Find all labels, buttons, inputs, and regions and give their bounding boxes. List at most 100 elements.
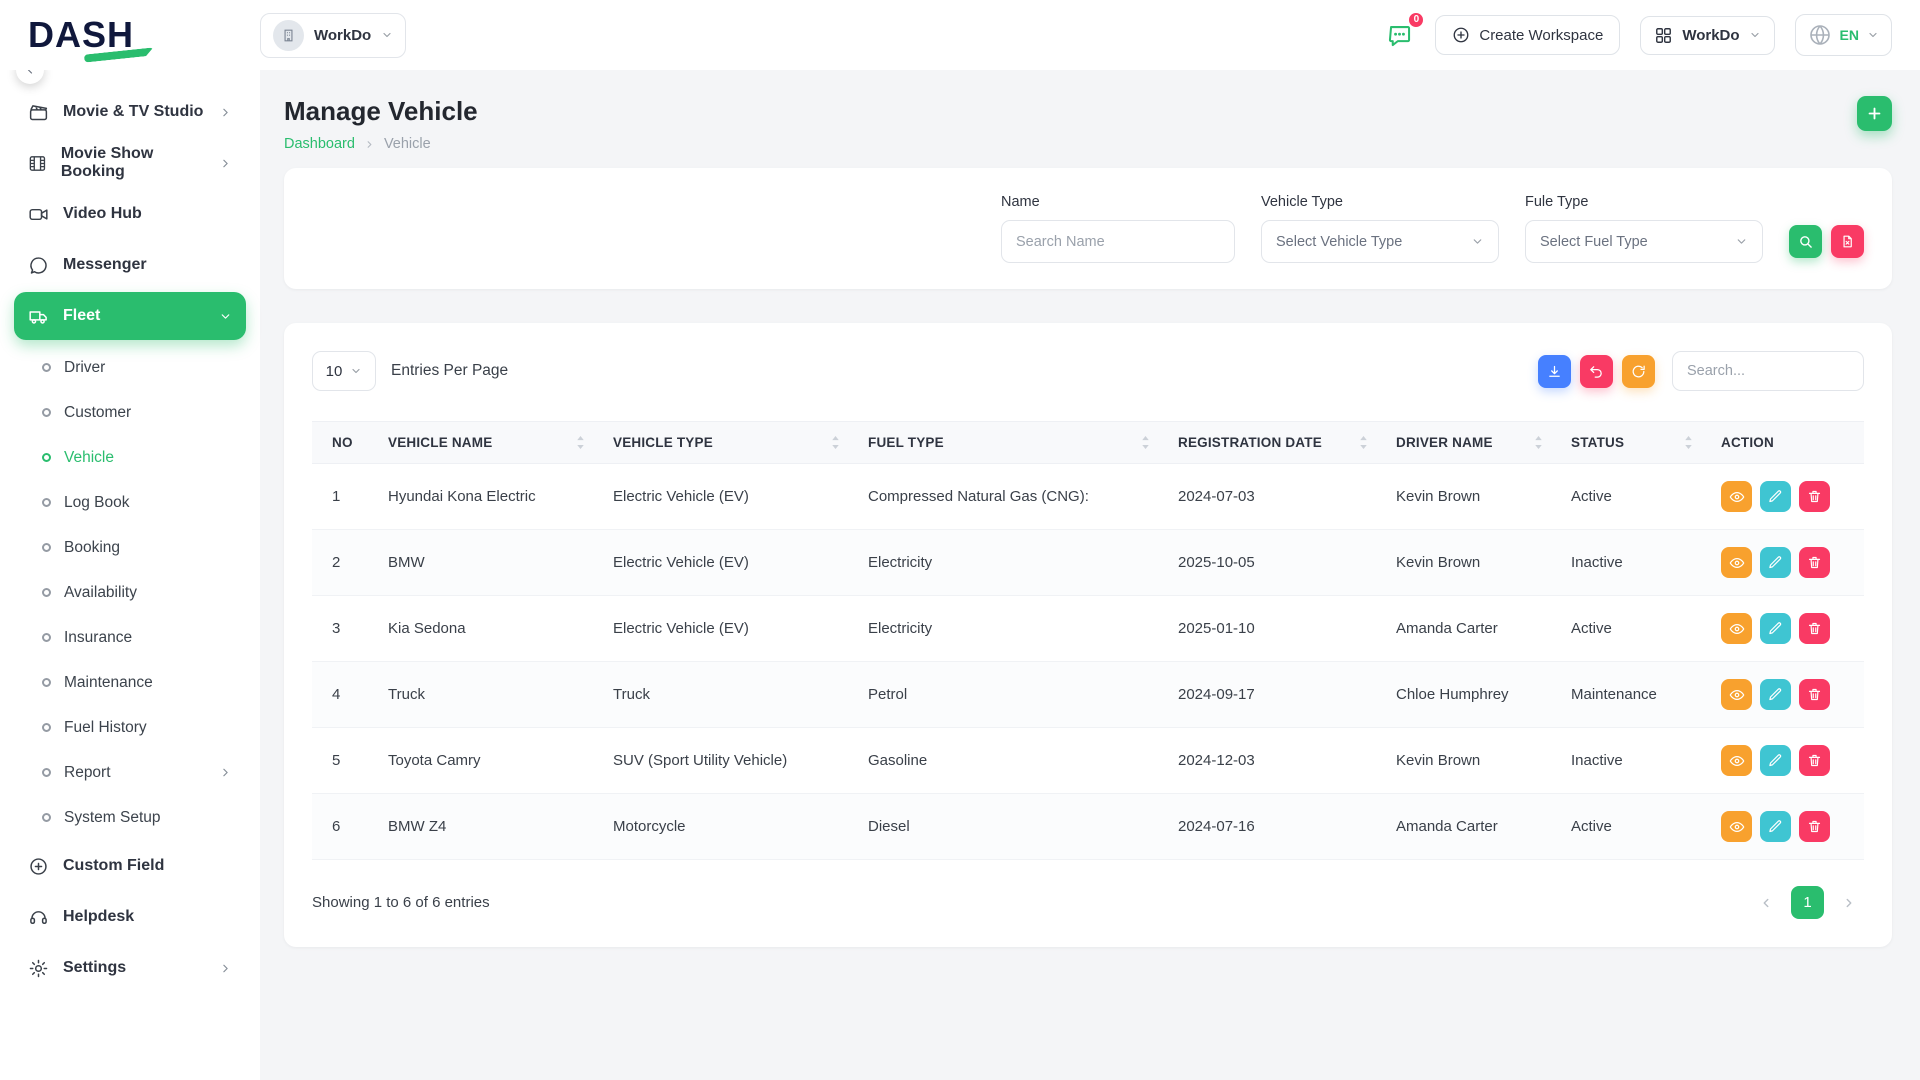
sidebar-item-custom-field[interactable]: Custom Field: [14, 842, 246, 890]
view-button[interactable]: [1721, 547, 1752, 578]
view-button[interactable]: [1721, 613, 1752, 644]
sidebar-item-messenger[interactable]: Messenger: [14, 241, 246, 289]
column-header-action: ACTION: [1707, 422, 1864, 464]
edit-button[interactable]: [1760, 481, 1791, 512]
workspace-selector[interactable]: WorkDo: [260, 13, 406, 58]
sidebar-subitem-label: Maintenance: [64, 674, 153, 692]
vehicle-type-select-value: Select Vehicle Type: [1276, 234, 1402, 250]
sidebar-item-helpdesk[interactable]: Helpdesk: [14, 893, 246, 941]
edit-button[interactable]: [1760, 679, 1791, 710]
view-button[interactable]: [1721, 679, 1752, 710]
filter-search-button[interactable]: [1789, 225, 1822, 258]
sidebar-item-availability[interactable]: Availability: [24, 570, 246, 615]
previous-page-button[interactable]: [1751, 888, 1781, 918]
edit-button[interactable]: [1760, 745, 1791, 776]
cell-vehicle-name: Kia Sedona: [374, 596, 599, 662]
cell-vehicle-type: Electric Vehicle (EV): [599, 464, 854, 530]
next-page-button[interactable]: [1834, 888, 1864, 918]
column-header-vehicle-name[interactable]: VEHICLE NAME: [374, 422, 599, 464]
chevron-down-icon: [1749, 29, 1761, 41]
column-header-registration-date[interactable]: REGISTRATION DATE: [1164, 422, 1382, 464]
table-row: 4 Truck Truck Petrol 2024-09-17 Chloe Hu…: [312, 662, 1864, 728]
language-selector[interactable]: EN: [1795, 14, 1892, 56]
chevron-down-icon: [1471, 235, 1484, 248]
sidebar-subitem-label: Report: [64, 764, 111, 782]
sidebar-item-fleet[interactable]: Fleet: [14, 292, 246, 340]
sidebar-item-maintenance[interactable]: Maintenance: [24, 660, 246, 705]
trash-icon: [1807, 489, 1822, 504]
cell-registration-date: 2024-07-03: [1164, 464, 1382, 530]
fuel-type-select[interactable]: Select Fuel Type: [1525, 220, 1763, 263]
delete-button[interactable]: [1799, 481, 1830, 512]
page-number-button[interactable]: 1: [1791, 886, 1824, 919]
cell-vehicle-name: Hyundai Kona Electric: [374, 464, 599, 530]
delete-button[interactable]: [1799, 811, 1830, 842]
filter-reset-button[interactable]: [1831, 225, 1864, 258]
refresh-button[interactable]: [1622, 355, 1655, 388]
export-button[interactable]: [1538, 355, 1571, 388]
entries-per-page-select[interactable]: 10: [312, 351, 376, 391]
sort-icon: [831, 436, 840, 449]
cell-driver-name: Kevin Brown: [1382, 728, 1557, 794]
messages-button[interactable]: 0: [1384, 20, 1415, 51]
app-switcher-menu[interactable]: WorkDo: [1640, 16, 1774, 55]
breadcrumb-dashboard-link[interactable]: Dashboard: [284, 136, 355, 152]
sidebar-item-movie-show-booking[interactable]: Movie Show Booking: [14, 139, 246, 187]
sidebar-item-video-hub[interactable]: Video Hub: [14, 190, 246, 238]
cell-fuel-type: Compressed Natural Gas (CNG):: [854, 464, 1164, 530]
sidebar-item-booking[interactable]: Booking: [24, 525, 246, 570]
grid-icon: [1654, 26, 1673, 45]
edit-button[interactable]: [1760, 811, 1791, 842]
view-button[interactable]: [1721, 811, 1752, 842]
sidebar-item-report[interactable]: Report: [24, 750, 246, 795]
film-icon: [28, 153, 47, 174]
view-button[interactable]: [1721, 745, 1752, 776]
cell-status: Inactive: [1557, 530, 1707, 596]
create-workspace-button[interactable]: Create Workspace: [1435, 15, 1620, 55]
column-header-status[interactable]: STATUS: [1557, 422, 1707, 464]
sort-icon: [1534, 436, 1543, 449]
trash-icon: [1807, 555, 1822, 570]
sidebar-item-movie-tv-studio[interactable]: Movie & TV Studio: [14, 88, 246, 136]
chevron-right-icon: [1842, 896, 1856, 910]
workspace-avatar: [273, 20, 304, 51]
chevron-down-icon: [350, 365, 362, 377]
app-logo[interactable]: DASH: [28, 14, 260, 56]
sidebar-item-customer[interactable]: Customer: [24, 390, 246, 435]
delete-button[interactable]: [1799, 613, 1830, 644]
truck-icon: [28, 306, 49, 327]
vehicle-type-select[interactable]: Select Vehicle Type: [1261, 220, 1499, 263]
sidebar-item-log-book[interactable]: Log Book: [24, 480, 246, 525]
showing-entries-text: Showing 1 to 6 of 6 entries: [312, 894, 490, 911]
edit-button[interactable]: [1760, 613, 1791, 644]
cell-vehicle-name: Toyota Camry: [374, 728, 599, 794]
column-header-fuel-type[interactable]: FUEL TYPE: [854, 422, 1164, 464]
sidebar-item-fuel-history[interactable]: Fuel History: [24, 705, 246, 750]
table-row: 2 BMW Electric Vehicle (EV) Electricity …: [312, 530, 1864, 596]
language-code: EN: [1840, 27, 1859, 43]
chevron-right-icon: [364, 139, 375, 150]
delete-button[interactable]: [1799, 745, 1830, 776]
view-button[interactable]: [1721, 481, 1752, 512]
column-header-driver-name[interactable]: DRIVER NAME: [1382, 422, 1557, 464]
plus-icon: [1866, 105, 1883, 122]
add-vehicle-button[interactable]: [1857, 96, 1892, 131]
sidebar-item-settings[interactable]: Settings: [14, 944, 246, 992]
table-header-row: NO VEHICLE NAME VEHICLE TYPE FUEL TYPE R…: [312, 422, 1864, 464]
undo-button[interactable]: [1580, 355, 1613, 388]
sidebar-item-vehicle[interactable]: Vehicle: [24, 435, 246, 480]
edit-button[interactable]: [1760, 547, 1791, 578]
eye-icon: [1729, 753, 1745, 769]
delete-button[interactable]: [1799, 679, 1830, 710]
clapperboard-icon: [28, 102, 49, 123]
sidebar-item-driver[interactable]: Driver: [24, 345, 246, 390]
filter-card: Name Vehicle Type Select Vehicle Type Fu…: [284, 168, 1892, 289]
sidebar-subitem-label: Fuel History: [64, 719, 147, 737]
table-search-input[interactable]: [1672, 351, 1864, 391]
cell-actions: [1707, 530, 1864, 596]
delete-button[interactable]: [1799, 547, 1830, 578]
sidebar-item-insurance[interactable]: Insurance: [24, 615, 246, 660]
name-filter-input[interactable]: [1001, 220, 1235, 263]
sidebar-item-system-setup[interactable]: System Setup: [24, 795, 246, 840]
column-header-vehicle-type[interactable]: VEHICLE TYPE: [599, 422, 854, 464]
